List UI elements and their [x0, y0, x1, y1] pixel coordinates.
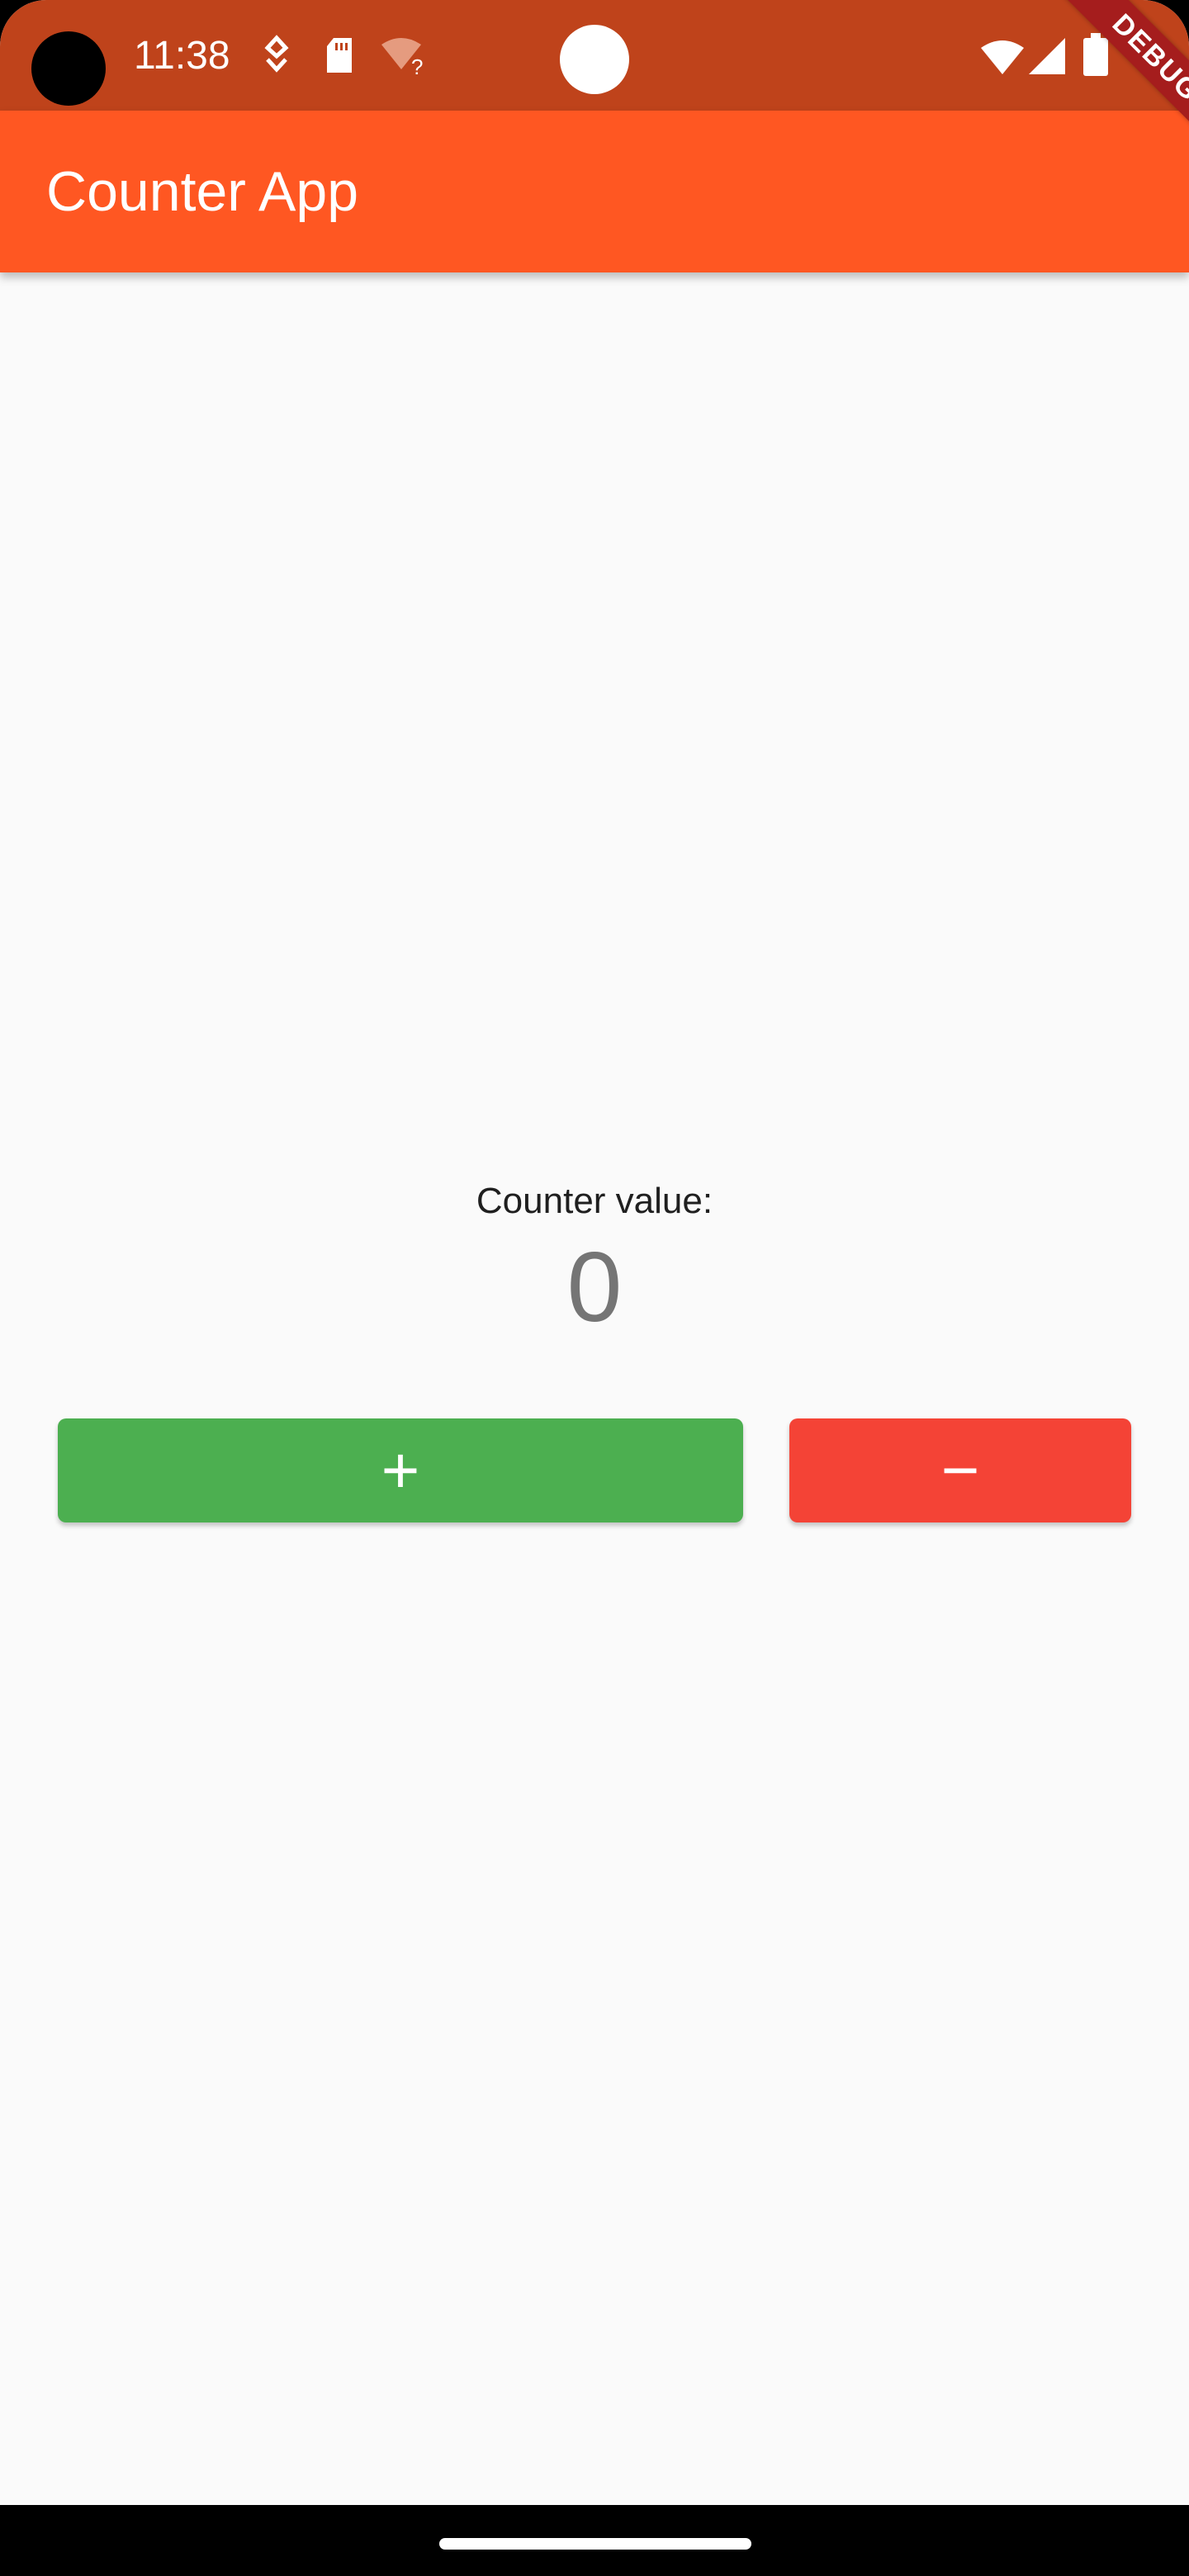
- app-bar: Counter App: [0, 111, 1189, 272]
- counter-label: Counter value:: [476, 1181, 713, 1221]
- camera-cutout: [31, 31, 106, 106]
- navigation-bar: [0, 2505, 1189, 2576]
- battery-icon: [1082, 33, 1110, 82]
- notification-dot: [560, 25, 629, 94]
- location-icon: [263, 35, 291, 80]
- app-title: Counter App: [46, 160, 359, 223]
- wifi-icon: [979, 38, 1026, 80]
- wifi-off-icon: ?: [380, 35, 433, 82]
- svg-text:?: ?: [411, 54, 423, 78]
- status-time: 11:38: [134, 34, 230, 78]
- home-indicator[interactable]: [439, 2538, 751, 2550]
- decrement-button[interactable]: −: [789, 1418, 1131, 1522]
- app-screen: 11:38 ? Counter App DEBUG Counter value:…: [0, 0, 1189, 2576]
- signal-icon: [1027, 36, 1067, 80]
- status-bar: 11:38 ?: [0, 0, 1189, 111]
- counter-value: 0: [566, 1232, 623, 1342]
- increment-button[interactable]: +: [58, 1418, 743, 1522]
- sd-card-icon: [324, 35, 355, 80]
